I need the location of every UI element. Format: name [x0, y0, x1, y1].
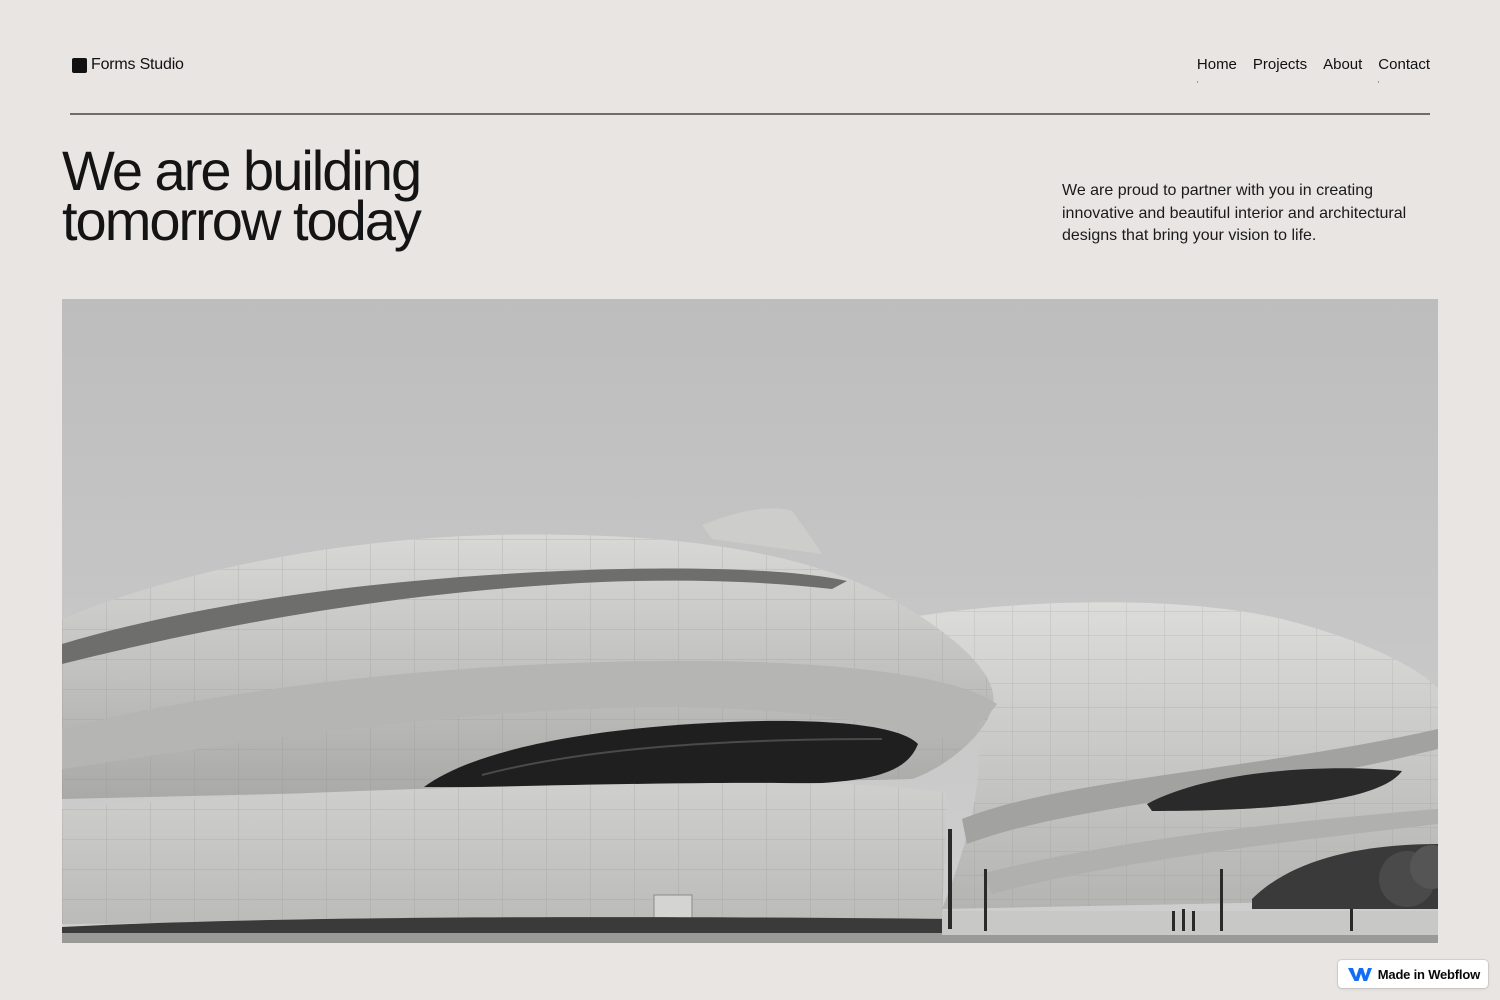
architecture-photo-illustration	[62, 299, 1438, 943]
brand-logo-link[interactable]: Forms Studio	[72, 56, 184, 74]
hero-title: We are building tomorrow today	[62, 143, 422, 252]
header-divider	[70, 113, 1430, 115]
nav-link-projects[interactable]: Projects	[1253, 56, 1307, 74]
page: Forms Studio Home Projects About Contact…	[0, 0, 1500, 1000]
hero-description: We are proud to partner with you in crea…	[1062, 182, 1407, 244]
square-logo-icon	[72, 57, 87, 73]
nav-link-contact[interactable]: Contact	[1378, 56, 1430, 83]
hero-title-line-2: tomorrow today	[62, 189, 422, 252]
hero-architecture-image	[62, 299, 1438, 943]
made-in-webflow-badge[interactable]: Made in Webflow	[1337, 960, 1488, 988]
brand-name: Forms Studio	[91, 56, 184, 73]
main-nav: Home Projects About Contact	[1196, 56, 1430, 83]
nav-link-home[interactable]: Home	[1196, 56, 1237, 83]
badge-label: Made in Webflow	[1377, 966, 1480, 982]
webflow-logo-icon	[1347, 968, 1372, 981]
nav-link-about[interactable]: About	[1323, 56, 1362, 74]
